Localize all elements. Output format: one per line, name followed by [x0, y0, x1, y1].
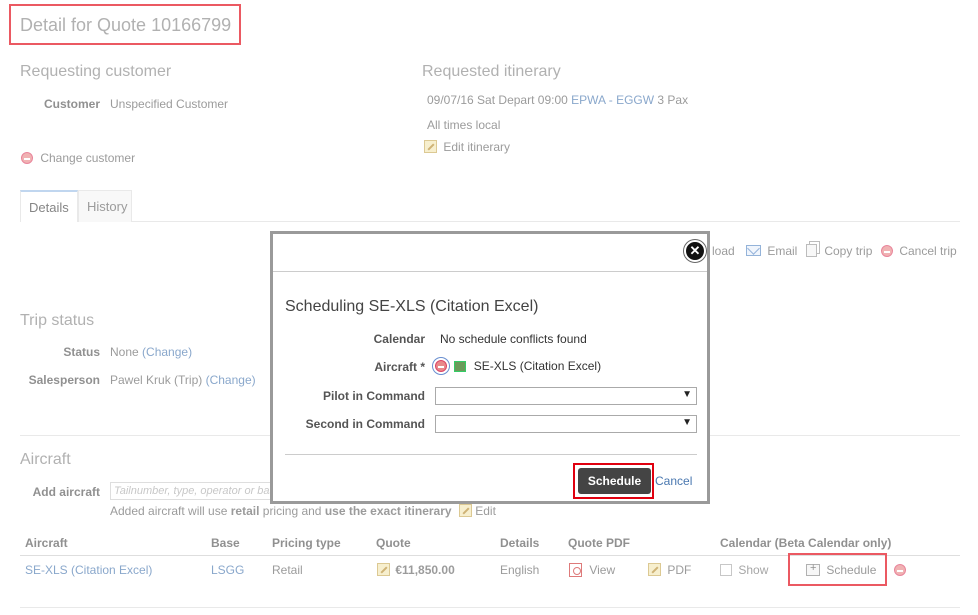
- schedule-dialog: ✕ Scheduling SE-XLS (Citation Excel) Cal…: [270, 231, 710, 504]
- dialog-footer-divider: [285, 454, 697, 455]
- chevron-down-icon: ▼: [682, 389, 692, 400]
- aircraft-image-icon: [454, 361, 467, 372]
- dialog-header-divider: [273, 271, 707, 272]
- cancel-link[interactable]: Cancel: [655, 474, 692, 488]
- aircraft-value: SE-XLS (Citation Excel): [473, 359, 602, 373]
- close-icon[interactable]: ✕: [684, 240, 706, 262]
- pic-label: Pilot in Command: [323, 389, 425, 403]
- calendar-label: Calendar: [373, 332, 425, 346]
- aircraft-value-row: SE-XLS (Citation Excel): [435, 359, 601, 373]
- remove-aircraft-icon[interactable]: [435, 360, 447, 372]
- sic-label: Second in Command: [305, 417, 425, 431]
- quote-detail-page: Detail for Quote 10166799 Requesting cus…: [0, 0, 978, 615]
- pic-select[interactable]: ▼: [435, 387, 697, 405]
- calendar-value: No schedule conflicts found: [440, 332, 587, 346]
- schedule-button-highlight: [573, 463, 654, 499]
- chevron-down-icon: ▼: [682, 417, 692, 428]
- sic-select[interactable]: ▼: [435, 415, 697, 433]
- aircraft-label: Aircraft *: [374, 360, 425, 374]
- dialog-title: Scheduling SE-XLS (Citation Excel): [285, 298, 539, 315]
